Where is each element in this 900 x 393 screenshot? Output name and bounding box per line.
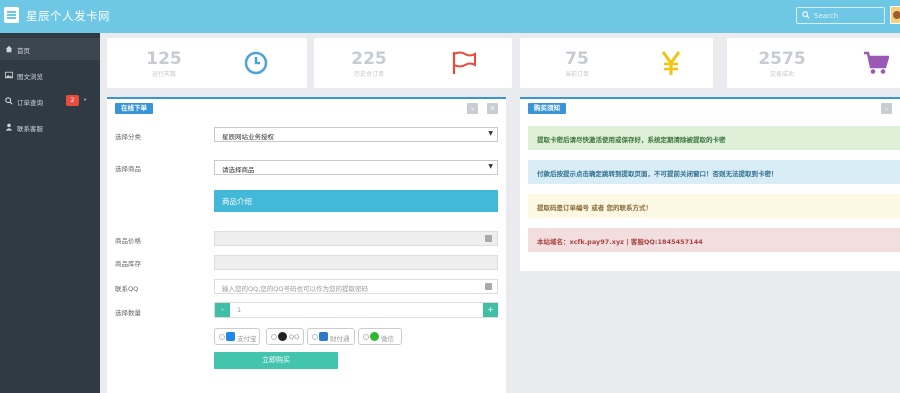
increase-button[interactable]: +: [483, 303, 498, 317]
collapse-button[interactable]: ⌄: [467, 103, 478, 114]
contact-card-icon: [485, 283, 492, 290]
search-box[interactable]: [796, 7, 885, 24]
sidebar-item-contact[interactable]: 联系客服: [0, 116, 100, 138]
notice-text: 付款后按提示点击确定跳转到提取页面，不可提前关闭窗口！否则无法提取到卡密！: [537, 170, 778, 178]
panel-title: 在线下单: [115, 103, 153, 114]
clock-icon: [244, 51, 268, 75]
quantity-value[interactable]: 1: [237, 306, 241, 314]
quantity-label: 选择数量: [115, 309, 141, 317]
sidebar-item-gallery[interactable]: 图文浏览: [0, 64, 100, 86]
lock-icon: [485, 235, 492, 242]
product-value: 请选择商品: [222, 166, 255, 174]
avatar[interactable]: [890, 6, 900, 24]
top-navbar: 星辰个人发卡网: [0, 0, 900, 33]
pay-option-label: 支付宝: [237, 335, 257, 343]
category-select[interactable]: 星辰网站业务授权 ▼: [214, 127, 498, 142]
menu-toggle-button[interactable]: [4, 7, 19, 23]
product-intro-label: 商品介绍: [222, 197, 252, 206]
stat-card-total-orders: 225 历史总订单: [314, 38, 512, 88]
stock-field: [214, 255, 498, 270]
qq-label: 联系QQ: [115, 285, 139, 293]
sidebar-item-label: 首页: [17, 47, 30, 55]
stock-label: 商品库存: [115, 260, 141, 268]
stat-caption: 当前订单: [564, 71, 589, 78]
notice-success: 提取卡密后请尽快激活使用或保存好，系统定期清除被提取的卡密: [528, 126, 900, 150]
sidebar-item-home[interactable]: 首页: [0, 38, 100, 60]
notice-text: 本站域名：xcfk.pay97.xyz | 客服QQ:1845457144: [537, 238, 703, 246]
notice-danger: 本站域名：xcfk.pay97.xyz | 客服QQ:1845457144: [528, 228, 900, 252]
product-select[interactable]: 请选择商品 ▼: [214, 160, 498, 175]
stat-caption: 运行天数: [151, 71, 176, 78]
stat-card-days: 125 运行天数: [107, 38, 307, 88]
flag-icon: [452, 51, 476, 74]
notice-text: 提取卡密后请尽快激活使用或保存好，系统定期清除被提取的卡密: [537, 136, 726, 144]
qq-penguin-icon: [278, 332, 287, 341]
search-icon: [802, 11, 810, 19]
qq-input[interactable]: 输入您的QQ,您的QQ号码也可以作为您的提取密码: [214, 279, 498, 294]
panel-header: 购买须知 ⌄: [520, 99, 900, 116]
category-label: 选择分类: [115, 133, 141, 141]
notice-text: 提取码是订单编号 或者 您的联系方式！: [537, 204, 653, 212]
product-intro-bar[interactable]: 商品介绍: [214, 190, 498, 212]
product-label: 选择商品: [115, 165, 141, 173]
stat-value: 75: [565, 49, 589, 69]
pay-option-alipay[interactable]: 支付宝: [214, 328, 260, 345]
tenpay-icon: [319, 332, 328, 341]
sidebar-item-label: 图文浏览: [17, 73, 43, 81]
pay-option-tenpay[interactable]: 财付通: [307, 328, 355, 345]
radio-icon[interactable]: [312, 334, 318, 340]
cart-icon: [864, 51, 889, 74]
chevron-right-icon: ▸: [84, 96, 88, 103]
price-label: 商品价格: [115, 237, 141, 245]
quantity-stepper[interactable]: - 1 +: [214, 302, 498, 318]
radio-icon[interactable]: [271, 334, 277, 340]
pay-option-label: 微信: [381, 335, 394, 343]
site-title: 星辰个人发卡网: [26, 9, 110, 23]
image-icon: [5, 71, 13, 79]
pay-option-label: QQ: [289, 333, 300, 341]
stat-card-success: 2575 交易成功: [727, 38, 900, 88]
stat-caption: 交易成功: [769, 71, 794, 78]
sidebar: 首页 图文浏览 订单查询 2 ▸ 联系客服: [0, 33, 100, 393]
decrease-button[interactable]: -: [215, 303, 230, 317]
category-value: 星辰网站业务授权: [222, 133, 274, 141]
pay-option-label: 财付通: [330, 335, 350, 343]
order-count-badge: 2: [66, 95, 79, 106]
close-button[interactable]: ×: [487, 103, 498, 114]
alipay-icon: [226, 332, 235, 341]
panel-header: 在线下单 ⌄ ×: [107, 99, 506, 116]
radio-icon[interactable]: [219, 334, 225, 340]
pay-option-qq[interactable]: QQ: [266, 328, 304, 345]
collapse-button[interactable]: ⌄: [881, 103, 892, 114]
home-icon: [5, 45, 13, 53]
stat-value: 125: [146, 49, 182, 69]
price-field: [214, 231, 498, 246]
buy-now-button[interactable]: 立即购买: [214, 352, 338, 369]
sidebar-item-label: 联系客服: [17, 125, 43, 133]
pay-option-wechat[interactable]: 微信: [358, 328, 402, 345]
dropdown-arrow-icon: ▼: [488, 163, 493, 170]
notice-info: 付款后按提示点击确定跳转到提取页面，不可提前关闭窗口！否则无法提取到卡密！: [528, 160, 900, 184]
search-icon: [5, 97, 13, 105]
stat-caption: 历史总订单: [353, 71, 384, 78]
qq-placeholder: 输入您的QQ,您的QQ号码也可以作为您的提取密码: [222, 285, 369, 293]
user-icon: [5, 123, 13, 131]
notice-warning: 提取码是订单编号 或者 您的联系方式！: [528, 194, 900, 218]
search-input[interactable]: [814, 10, 880, 21]
wechat-icon: [370, 332, 379, 341]
sidebar-item-orders[interactable]: 订单查询 2 ▸: [0, 90, 100, 112]
dropdown-arrow-icon: ▼: [488, 130, 493, 137]
stat-card-current-orders: 75 当前订单: [520, 38, 713, 88]
yen-icon: [661, 51, 681, 75]
radio-icon[interactable]: [363, 334, 369, 340]
stat-value: 2575: [758, 49, 806, 69]
sidebar-item-label: 订单查询: [17, 99, 43, 107]
panel-title: 购买须知: [528, 103, 566, 114]
stat-value: 225: [351, 49, 387, 69]
